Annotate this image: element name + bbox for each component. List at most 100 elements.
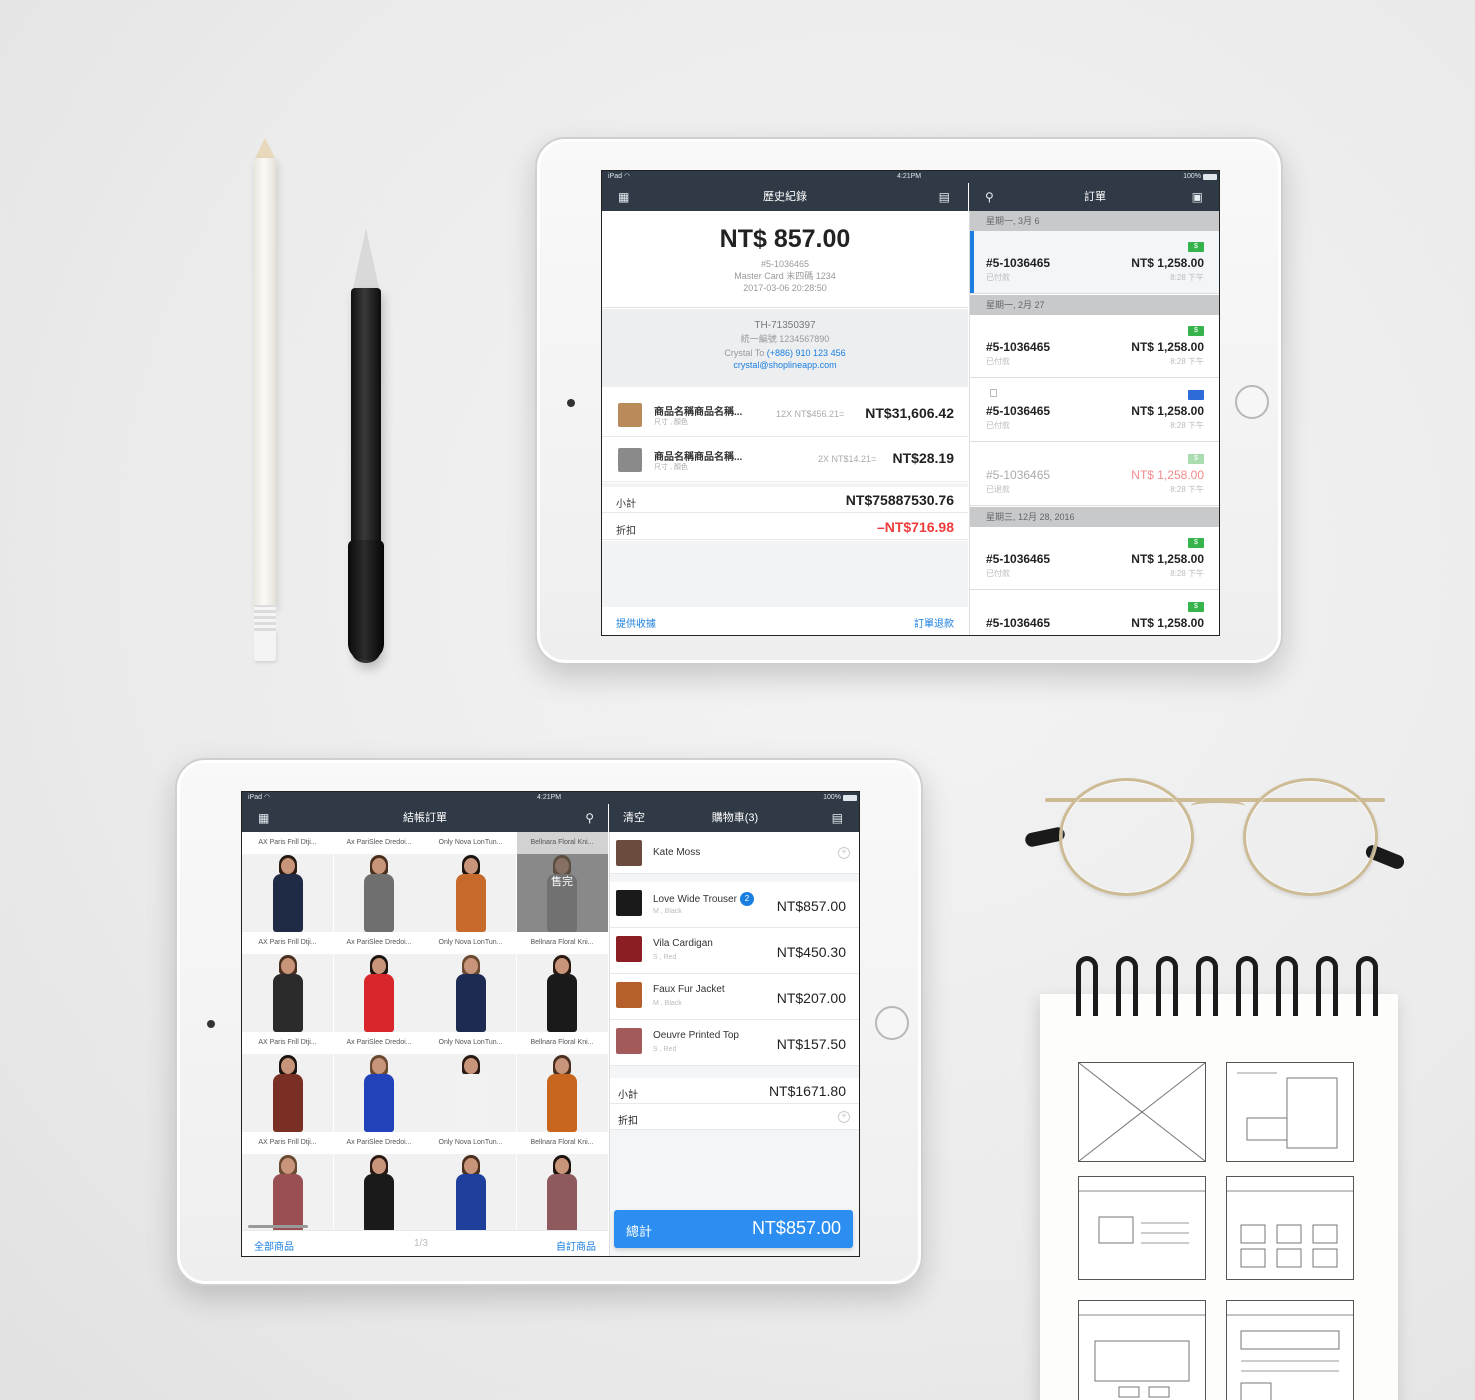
line-item[interactable]: 商品名稱商品名稱... 尺寸 , 顏色 2X NT$14.21= NT$28.1… [602, 438, 968, 482]
total-value: NT$857.00 [751, 1218, 841, 1238]
sketch-notebook [1040, 956, 1398, 1400]
customer-row[interactable]: Kate Moss + [610, 832, 859, 874]
product-tile[interactable]: AX Paris Frill Dtji... [242, 1032, 333, 1132]
product-tile[interactable]: Only Nova LonTun... [425, 932, 516, 1032]
clipboard-icon[interactable]: ▤ [939, 188, 950, 206]
subtotal-label: 小計 [618, 1090, 638, 1101]
line-item-name: 商品名稱商品名稱... [654, 407, 743, 418]
product-tile[interactable]: Bellnara Floral Kni... 售完 [516, 832, 608, 932]
product-thumbnail [616, 982, 642, 1008]
cash-icon: $ [1188, 602, 1204, 612]
customer-tax-id: TH-71350397 [754, 320, 816, 331]
cart-item[interactable]: Vila Cardigan S , Red NT$450.30 [610, 928, 859, 974]
custom-products-tab[interactable]: 自訂商品 [556, 1238, 596, 1253]
product-tile[interactable]: Ax PariSlee Dredoi... [333, 832, 425, 932]
day-header: 星期一, 2月 27 [970, 295, 1219, 315]
product-name: Ax PariSlee Dredoi... [333, 1132, 425, 1154]
customer-email[interactable]: crystal@shoplineapp.com [602, 359, 968, 371]
customer-avatar [616, 840, 642, 866]
cart-item-name: Love Wide Trouser 2 [653, 892, 754, 906]
product-name: Only Nova LonTun... [425, 832, 516, 854]
product-name: AX Paris Frill Dtji... [242, 832, 333, 854]
product-photo [425, 1154, 516, 1232]
discount-value: –NT$716.98 [876, 519, 954, 535]
total-checkout-button[interactable]: 總計 NT$857.00 [614, 1210, 853, 1248]
checkout-title: 結帳訂單 [403, 812, 447, 824]
cash-icon: $ [1188, 538, 1204, 548]
line-item-variant: 尺寸 , 顏色 [654, 419, 688, 426]
all-products-tab[interactable]: 全部商品 [254, 1238, 294, 1253]
product-photo [425, 954, 516, 1032]
product-tile[interactable]: AX Paris Frill Dtji... [242, 832, 333, 932]
grid-footer: 全部商品 1/3 自訂商品 [242, 1225, 608, 1256]
payment-method: Master Card 末四碼 1234 [734, 271, 836, 281]
order-status: 已付款 [986, 569, 1010, 578]
order-id: #5-1036465 [986, 616, 1051, 630]
order-row[interactable]: $ #5-1036465 已付款 NT$ 1,258.00 8:28 下午 [970, 527, 1219, 590]
ipad-history: iPad ◠ 4:21PM 100% ▦ 歷史紀錄 ▤ ⚲ 訂單 ▣ NT$ 8… [535, 137, 1283, 665]
product-tile[interactable]: Bellnara Floral Kni... [516, 1132, 608, 1232]
product-name: Bellnara Floral Kni... [516, 832, 608, 854]
order-status: 已付款 [986, 357, 1010, 366]
cash-icon: $ [1188, 242, 1204, 252]
discount-row[interactable]: 折扣 + [610, 1104, 859, 1130]
product-photo [242, 1154, 333, 1232]
plus-circle-icon[interactable]: + [838, 847, 850, 859]
product-tile[interactable]: Ax PariSlee Dredoi... [333, 1132, 425, 1232]
product-tile[interactable]: AX Paris Frill Dtji... [242, 932, 333, 1032]
pencil-ferrule [254, 605, 276, 631]
search-icon[interactable]: ⚲ [585, 809, 594, 827]
order-row[interactable]: $ #5-1036465 已付款 NT$ 1,258.00 8:28 下午 [970, 315, 1219, 378]
status-bar: iPad ◠ 4:21PM 100% [242, 792, 859, 804]
refund-order-link[interactable]: 訂單退款 [914, 615, 954, 630]
product-tile[interactable]: Ax PariSlee Dredoi... [333, 1032, 425, 1132]
cart-item-amount: NT$157.50 [776, 1036, 846, 1052]
product-tile[interactable]: AX Paris Frill Dtji... [242, 1132, 333, 1232]
scroll-indicator[interactable] [248, 1225, 308, 1228]
product-photo [333, 854, 425, 932]
cart-item-variant: S , Red [653, 954, 677, 961]
product-tile[interactable]: Only Nova LonTun... [425, 832, 516, 932]
pencil-tip [254, 138, 276, 160]
product-name: AX Paris Frill Dtji... [242, 932, 333, 954]
order-row[interactable]: $ #5-1036465 NT$ 1,258.00 [970, 591, 1219, 635]
subtotal-value: NT$1671.80 [768, 1083, 846, 1099]
order-amount: NT$ 1,258.00 [1131, 256, 1204, 270]
product-tile[interactable]: Only Nova LonTun... [425, 1132, 516, 1232]
ipad-checkout: iPad ◠ 4:21PM 100% ▦ 結帳訂單 ⚲ 清空 購物車(3) ▤ … [175, 758, 923, 1286]
order-row[interactable]: #5-1036465 已付款 NT$ 1,258.00 8:28 下午 [970, 379, 1219, 442]
product-name: Only Nova LonTun... [425, 932, 516, 954]
quantity-badge: 2 [739, 892, 754, 906]
calendar-icon[interactable]: ▣ [1192, 188, 1203, 206]
provide-receipt-link[interactable]: 提供收據 [616, 615, 656, 630]
note-icon [990, 389, 997, 397]
cart-item[interactable]: Oeuvre Printed Top S , Red NT$157.50 [610, 1020, 859, 1066]
order-id: #5-1036465 [986, 468, 1051, 482]
status-bar: iPad ◠ 4:21PM 100% [602, 171, 1219, 183]
product-tile[interactable]: Only Nova LonTun... [425, 1032, 516, 1132]
status-time: 4:21PM [537, 794, 562, 801]
order-row-refunded[interactable]: $ #5-1036465 已退款 NT$ 1,258.00 8:28 下午 [970, 443, 1219, 506]
plus-circle-icon[interactable]: + [838, 1111, 850, 1123]
line-item[interactable]: 商品名稱商品名稱... 尺寸 , 顏色 12X NT$456.21= NT$31… [602, 393, 968, 437]
cart-item[interactable]: Faux Fur Jacket M , Black NT$207.00 [610, 974, 859, 1020]
product-thumbnail [618, 403, 642, 427]
home-button[interactable] [1235, 385, 1269, 419]
discount-label: 折扣 [616, 526, 636, 537]
clipboard-icon[interactable]: ▤ [832, 809, 843, 827]
orders-navbar: ⚲ 訂單 ▣ [969, 183, 1219, 211]
product-tile[interactable]: Bellnara Floral Kni... [516, 932, 608, 1032]
cart-item[interactable]: Love Wide Trouser 2 M , Black NT$857.00 [610, 882, 859, 928]
order-row[interactable]: $ #5-1036465 已付款 NT$ 1,258.00 8:28 下午 [970, 231, 1219, 294]
product-name: Only Nova LonTun... [425, 1032, 516, 1054]
order-amount: NT$ 1,258.00 [1131, 468, 1204, 482]
history-title: 歷史紀錄 [763, 191, 807, 203]
customer-phone[interactable]: (+886) 910 123 456 [767, 348, 846, 358]
product-tile[interactable]: Bellnara Floral Kni... [516, 1032, 608, 1132]
product-tile[interactable]: Ax PariSlee Dredoi... [333, 932, 425, 1032]
discount-label: 折扣 [618, 1116, 638, 1127]
status-battery: 100% [1183, 173, 1201, 180]
home-button[interactable] [875, 1006, 909, 1040]
product-thumbnail [618, 448, 642, 472]
customer-name: Kate Moss [653, 847, 701, 858]
